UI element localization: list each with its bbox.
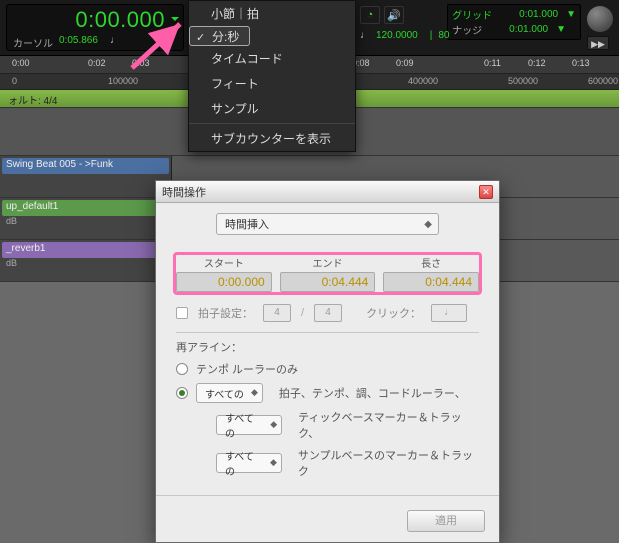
nudge-label: ナッジ — [452, 22, 482, 37]
time-tick: 0:13 — [572, 58, 590, 68]
time-tick: 0:03 — [132, 58, 150, 68]
scope-select-1[interactable]: すべての◆ — [196, 383, 263, 403]
dialog-titlebar[interactable]: 時間操作 ✕ — [156, 181, 499, 203]
counter-format-dropdown-icon[interactable] — [171, 17, 179, 21]
meter-denominator[interactable]: 4 — [314, 304, 342, 322]
start-field[interactable]: 0:00.000 — [176, 272, 272, 292]
main-counter[interactable]: 0:00.000 カーソル 0:05.866 ♩ — [6, 4, 184, 51]
sample-tick: 100000 — [108, 76, 138, 86]
jog-wheel[interactable] — [587, 6, 613, 32]
chevron-down-icon: ◆ — [424, 219, 432, 230]
menu-item-feet[interactable]: フィート — [189, 71, 355, 96]
track-name[interactable]: Swing Beat 005 - >Funk — [2, 158, 169, 174]
scope-text-3: サンプルベースのマーカー＆トラック — [298, 447, 479, 479]
scope-select-3[interactable]: すべての◆ — [216, 453, 282, 473]
track-db: dB — [2, 216, 169, 226]
track-name[interactable]: up_default1 — [2, 200, 169, 216]
menu-item-samples[interactable]: サンプル — [189, 96, 355, 121]
click-label: クリック： — [366, 305, 421, 321]
fast-forward-icon[interactable]: ▶▶ — [587, 36, 609, 50]
menu-item-bars-beats[interactable]: 小節｜拍 — [189, 1, 355, 26]
menu-item-timecode[interactable]: タイムコード — [189, 46, 355, 71]
radio-label: テンポ ルーラーのみ — [196, 361, 298, 377]
meter-checkbox[interactable] — [176, 307, 188, 319]
meter-label: 拍子設定： — [198, 305, 253, 321]
nudge-value[interactable]: 0:01.000 — [490, 24, 548, 35]
scope-text-1: 拍子、テンポ、調、コードルーラー、 — [279, 385, 466, 401]
sample-tick: 500000 — [508, 76, 538, 86]
track-header[interactable]: up_default1 dB — [0, 198, 172, 239]
time-tick: 0:09 — [396, 58, 414, 68]
tempo-readout: ♩ 120.0000 | 80 — [360, 30, 449, 41]
counter-format-menu: 小節｜拍 ✓分:秒 タイムコード フィート サンプル サブカウンターを表示 — [188, 0, 356, 152]
grid-nudge-panel: グリッド 0:01.000 ▼ ナッジ 0:01.000 ▼ — [447, 4, 581, 40]
track-db: dB — [2, 258, 169, 268]
apply-button[interactable]: 適用 — [407, 510, 485, 532]
radio-tempo-ruler-only[interactable] — [176, 363, 188, 375]
cursor-value: 0:05.866 — [59, 35, 98, 50]
sample-tick: 400000 — [408, 76, 438, 86]
metronome-icon[interactable]: ◔ — [360, 6, 380, 24]
sample-tick: 600000 — [588, 76, 618, 86]
track-header[interactable]: Swing Beat 005 - >Funk — [0, 156, 172, 197]
transport-icons: ◔ 🔊 — [360, 6, 404, 24]
end-label: エンド — [280, 255, 376, 270]
operation-select[interactable]: 時間挿入 ◆ — [216, 213, 439, 235]
scope-select-2[interactable]: すべての◆ — [216, 415, 282, 435]
tempo-value[interactable]: 120.0000 — [376, 30, 418, 41]
time-tick: 0:12 — [528, 58, 546, 68]
main-time: 0:00.000 — [13, 7, 177, 33]
track-name[interactable]: _reverb1 — [2, 242, 169, 258]
realign-label: 再アライン： — [176, 339, 479, 355]
start-label: スタート — [176, 255, 272, 270]
time-tick: 0:11 — [484, 58, 501, 68]
sample-tick: 0 — [12, 76, 17, 86]
menu-item-min-sec[interactable]: ✓分:秒 — [189, 26, 250, 46]
note-icon: ♩ — [110, 35, 120, 50]
scope-text-2: ティックベースマーカー＆トラック、 — [298, 409, 479, 441]
grid-label[interactable]: グリッド — [452, 7, 492, 22]
time-operations-dialog: 時間操作 ✕ 時間挿入 ◆ スタート 0:00.000 エンド 0:04.444… — [155, 180, 500, 543]
meter-numerator[interactable]: 4 — [263, 304, 291, 322]
click-value[interactable]: ♩ — [431, 304, 467, 322]
time-tick: 0:00 — [12, 58, 30, 68]
time-tick: 0:02 — [88, 58, 106, 68]
grid-value[interactable]: 0:01.000 — [500, 9, 558, 20]
radio-all[interactable] — [176, 387, 188, 399]
end-field[interactable]: 0:04.444 — [280, 272, 376, 292]
close-icon[interactable]: ✕ — [479, 185, 493, 199]
operation-select-value: 時間挿入 — [225, 216, 269, 232]
speaker-icon[interactable]: 🔊 — [384, 6, 404, 24]
cursor-label: カーソル — [13, 35, 53, 50]
length-label: 長さ — [383, 255, 479, 270]
dialog-title: 時間操作 — [162, 184, 206, 200]
track-header[interactable]: _reverb1 dB — [0, 240, 172, 281]
length-field[interactable]: 0:04.444 — [383, 272, 479, 292]
note-icon: ♩ — [360, 30, 370, 41]
menu-item-show-subcounter[interactable]: サブカウンターを表示 — [189, 126, 355, 151]
count-off[interactable]: 80 — [438, 30, 449, 41]
